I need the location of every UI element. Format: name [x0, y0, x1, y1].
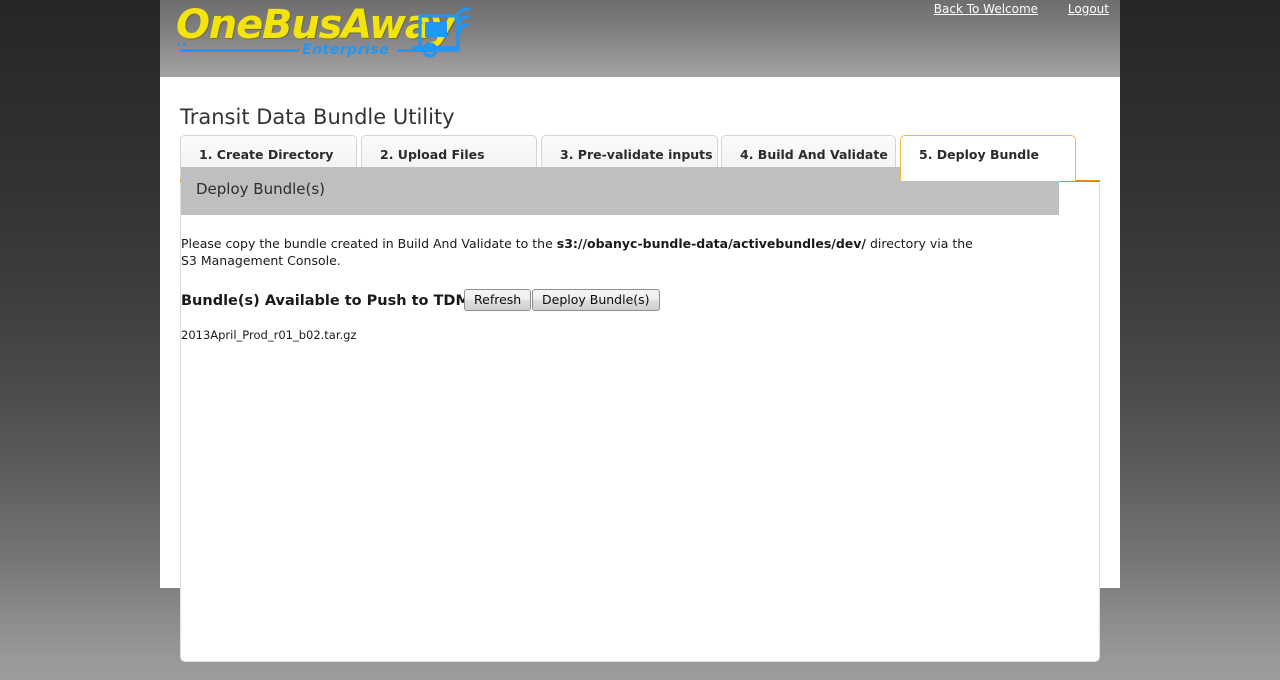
- page-title: Transit Data Bundle Utility: [180, 105, 455, 129]
- deploy-bundles-button[interactable]: Deploy Bundle(s): [532, 289, 660, 311]
- panel-heading-text: Deploy Bundle(s): [196, 180, 326, 198]
- logout-link[interactable]: Logout: [1068, 2, 1109, 16]
- back-to-welcome-link[interactable]: Back To Welcome: [934, 2, 1038, 16]
- bundle-list-label: Bundle(s) Available to Push to TDM: [181, 293, 470, 309]
- bundle-list: 2013April_Prod_r01_b02.tar.gz: [181, 327, 357, 343]
- s3-path: s3://obanyc-bundle-data/activebundles/de…: [556, 236, 866, 251]
- bus-wifi-icon: [402, 2, 482, 68]
- logo-subtitle: Enterprise: [302, 42, 390, 58]
- bundle-action-row: Bundle(s) Available to Push to TDM Refre…: [181, 289, 1041, 317]
- tab-label: 5. Deploy Bundle: [919, 147, 1040, 162]
- header-nav: Back To Welcome Logout: [908, 2, 1109, 16]
- instructions-text: Please copy the bundle created in Build …: [181, 235, 981, 269]
- tab-label: 4. Build And Validate: [740, 147, 888, 162]
- tab-label: 3. Pre-validate inputs: [560, 147, 713, 162]
- onebusaway-logo: OneBusAway Enterprise: [176, 2, 476, 64]
- site-header: OneBusAway Enterprise Back To Welcome Lo…: [160, 0, 1120, 77]
- logo-accent-dot-left: [177, 43, 180, 46]
- refresh-button[interactable]: Refresh: [464, 289, 532, 311]
- logo-underline-left: [180, 49, 300, 52]
- tab-label: 2. Upload Files: [380, 147, 485, 162]
- page-container: OneBusAway Enterprise Back To Welcome Lo…: [160, 0, 1120, 662]
- list-item: 2013April_Prod_r01_b02.tar.gz: [181, 328, 357, 342]
- instructions-prefix: Please copy the bundle created in Build …: [181, 236, 557, 251]
- tab-deploy-bundle[interactable]: 5. Deploy Bundle: [900, 135, 1076, 181]
- tab-label: 1. Create Directory: [199, 147, 334, 162]
- logo-accent-dot-right: [183, 43, 186, 46]
